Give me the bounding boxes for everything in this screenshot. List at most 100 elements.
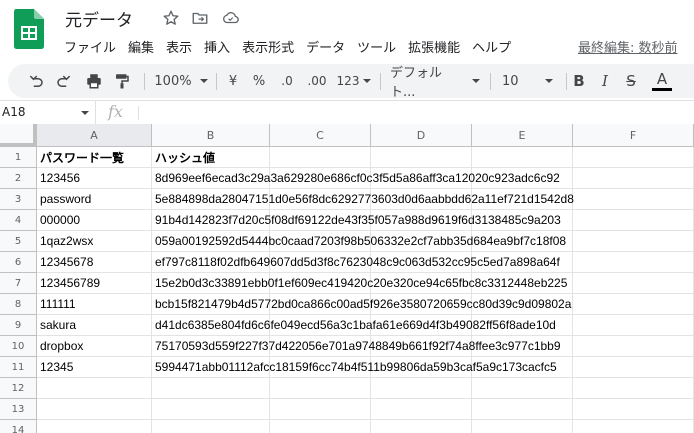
last-edit-link[interactable]: 最終編集: 数秒前 xyxy=(578,37,678,56)
cell[interactable] xyxy=(371,147,472,168)
undo-icon[interactable] xyxy=(24,64,48,98)
row-header[interactable]: 5 xyxy=(0,231,37,252)
row-header[interactable]: 6 xyxy=(0,252,37,273)
font-family-select[interactable]: デフォルト... xyxy=(388,64,480,100)
cell[interactable]: dropbox xyxy=(37,336,152,357)
paint-format-icon[interactable] xyxy=(110,64,134,98)
row-header[interactable]: 7 xyxy=(0,273,37,294)
cell[interactable] xyxy=(37,399,152,420)
name-box[interactable]: A18 xyxy=(0,101,96,124)
cell[interactable]: パスワード一覧 xyxy=(37,147,152,168)
cell[interactable]: 123456789 xyxy=(37,273,152,294)
cell[interactable]: 000000 xyxy=(37,210,152,231)
redo-icon[interactable] xyxy=(52,64,76,98)
menu-view[interactable]: 表示 xyxy=(166,37,192,57)
percent-format-button[interactable]: % xyxy=(250,64,268,98)
star-icon[interactable] xyxy=(162,9,182,29)
cell[interactable] xyxy=(270,378,371,399)
cell[interactable] xyxy=(270,399,371,420)
move-to-folder-icon[interactable] xyxy=(191,9,211,29)
cell[interactable] xyxy=(573,273,694,294)
zoom-select[interactable]: 100% xyxy=(152,64,210,98)
row-header[interactable]: 11 xyxy=(0,357,37,378)
cell[interactable]: 75170593d559f227f37d422056e701a9748849b6… xyxy=(152,336,561,357)
column-header-e[interactable]: E xyxy=(472,124,573,147)
row-header[interactable]: 2 xyxy=(0,168,37,189)
row-header[interactable]: 12 xyxy=(0,378,37,399)
cell[interactable] xyxy=(573,210,694,231)
cell[interactable] xyxy=(371,399,472,420)
bold-button[interactable]: B xyxy=(570,64,588,98)
currency-format-button[interactable]: ¥ xyxy=(224,64,242,98)
font-size-select[interactable]: 10 xyxy=(498,64,562,98)
row-header[interactable]: 1 xyxy=(0,147,37,168)
cell[interactable] xyxy=(573,357,694,378)
column-header-d[interactable]: D xyxy=(371,124,472,147)
cell[interactable] xyxy=(573,378,694,399)
cell[interactable]: 111111 xyxy=(37,294,152,315)
cell[interactable]: 5994471abb01112afcc18159f6cc74b4f511b998… xyxy=(152,357,557,378)
strikethrough-button[interactable]: S xyxy=(622,64,640,98)
cell[interactable] xyxy=(472,147,573,168)
cell[interactable] xyxy=(573,189,694,210)
cell[interactable] xyxy=(573,252,694,273)
cell[interactable]: 12345678 xyxy=(37,252,152,273)
number-format-select[interactable]: 123 xyxy=(334,64,374,98)
cell[interactable]: 059a00192592d5444bc0caad7203f98b506332e2… xyxy=(152,231,566,252)
row-header[interactable]: 10 xyxy=(0,336,37,357)
cell[interactable]: ef797c8118f02dfb649607dd5d3f8c7623048c9c… xyxy=(152,252,560,273)
row-header[interactable]: 3 xyxy=(0,189,37,210)
italic-button[interactable]: I xyxy=(596,64,614,98)
cell[interactable]: 91b4d142823f7d20c5f08df69122de43f35f057a… xyxy=(152,210,561,231)
cell[interactable]: ハッシュ値 xyxy=(152,147,270,168)
cell[interactable]: bcb15f821479b4d5772bd0ca866c00ad5f926e35… xyxy=(152,294,571,315)
cell[interactable] xyxy=(270,420,371,433)
sheets-logo-icon[interactable] xyxy=(14,9,44,49)
cell[interactable] xyxy=(472,378,573,399)
cell[interactable] xyxy=(573,315,694,336)
cell[interactable]: 15e2b0d3c33891ebb0f1ef609ec419420c20e320… xyxy=(152,273,567,294)
row-header[interactable]: 8 xyxy=(0,294,37,315)
column-header-a[interactable]: A xyxy=(37,124,152,147)
row-header[interactable]: 9 xyxy=(0,315,37,336)
print-icon[interactable] xyxy=(82,64,106,98)
cell[interactable] xyxy=(152,420,270,433)
cell[interactable] xyxy=(152,399,270,420)
menu-file[interactable]: ファイル xyxy=(64,37,116,57)
cell[interactable]: 12345 xyxy=(37,357,152,378)
column-header-f[interactable]: F xyxy=(573,124,694,147)
cell[interactable] xyxy=(573,231,694,252)
cell[interactable] xyxy=(270,147,371,168)
menu-edit[interactable]: 編集 xyxy=(128,37,154,57)
cell[interactable] xyxy=(573,336,694,357)
cell[interactable] xyxy=(573,399,694,420)
menu-help[interactable]: ヘルプ xyxy=(472,37,511,57)
select-all-corner[interactable] xyxy=(0,124,37,147)
document-title[interactable]: 元データ xyxy=(65,6,133,31)
cell[interactable]: 123456 xyxy=(37,168,152,189)
column-header-b[interactable]: B xyxy=(152,124,270,147)
text-color-button[interactable]: A xyxy=(650,64,674,98)
cell[interactable] xyxy=(573,420,694,433)
cell[interactable] xyxy=(573,147,694,168)
cloud-saved-icon[interactable] xyxy=(221,9,241,29)
cell[interactable]: 8d969eef6ecad3c29a3a629280e686cf0c3f5d5a… xyxy=(152,168,560,189)
column-header-c[interactable]: C xyxy=(270,124,371,147)
increase-decimals-button[interactable]: .00 xyxy=(304,64,330,98)
menu-data[interactable]: データ xyxy=(306,37,345,57)
cell[interactable] xyxy=(371,420,472,433)
row-header[interactable]: 13 xyxy=(0,399,37,420)
menu-extensions[interactable]: 拡張機能 xyxy=(408,37,460,57)
cell[interactable]: password xyxy=(37,189,152,210)
cell[interactable]: 5e884898da28047151d0e56f8dc6292773603d0d… xyxy=(152,189,574,210)
cell[interactable] xyxy=(371,378,472,399)
cell[interactable] xyxy=(472,399,573,420)
decrease-decimals-button[interactable]: .0 xyxy=(276,64,298,98)
cell[interactable]: d41dc6385e804fd6c6fe049ecd56a3c1bafa61e6… xyxy=(152,315,556,336)
menu-insert[interactable]: 挿入 xyxy=(204,37,230,57)
cell[interactable] xyxy=(573,168,694,189)
cell[interactable] xyxy=(472,420,573,433)
cell[interactable]: 1qaz2wsx xyxy=(37,231,152,252)
cell[interactable] xyxy=(573,294,694,315)
row-header[interactable]: 14 xyxy=(0,420,37,433)
